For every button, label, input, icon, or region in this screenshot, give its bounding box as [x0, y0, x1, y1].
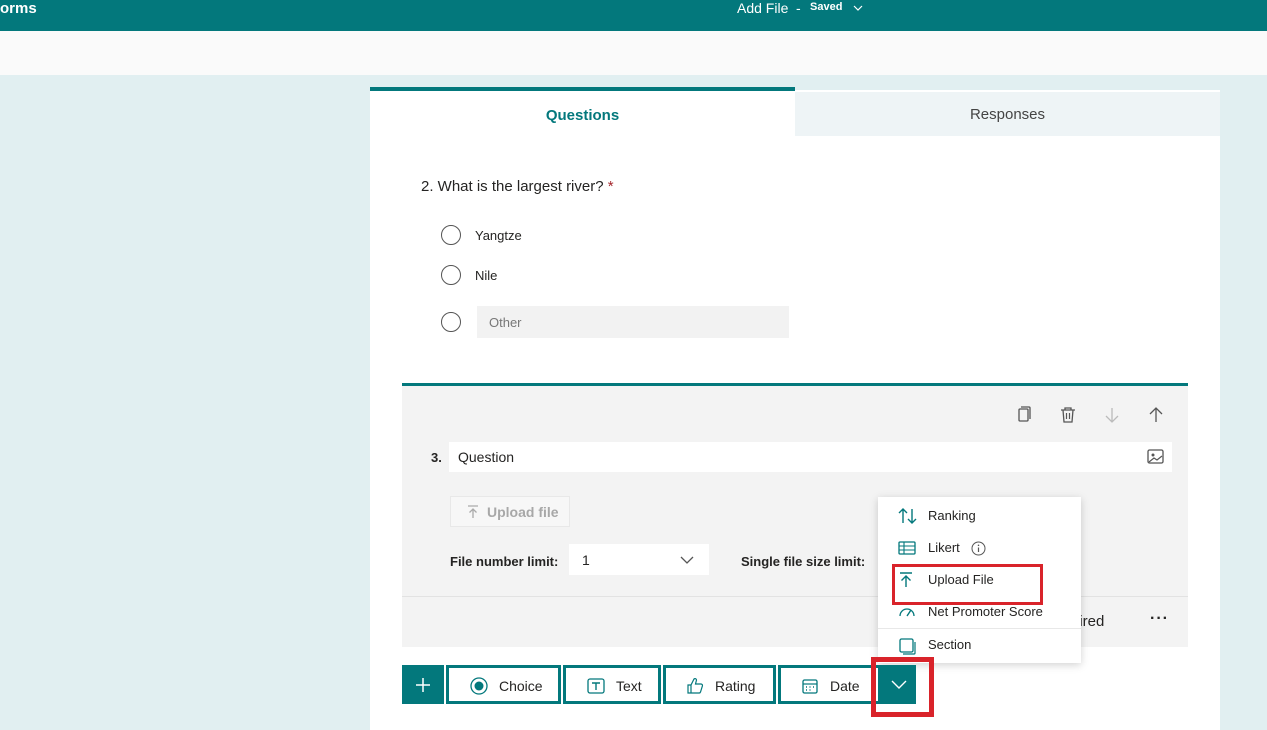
menu-item-ranking[interactable]: Ranking [878, 500, 1081, 532]
add-question-button[interactable] [402, 665, 444, 704]
tab-questions[interactable]: Questions [370, 87, 795, 136]
text-label: Text [616, 678, 642, 694]
file-number-limit-value: 1 [582, 552, 590, 568]
top-bar [0, 0, 1267, 31]
add-text-button[interactable]: Text [563, 665, 661, 704]
title-separator: - [796, 0, 801, 16]
option-label-yangtze: Yangtze [475, 228, 522, 243]
move-up-icon[interactable] [1147, 406, 1165, 424]
delete-icon[interactable] [1059, 406, 1077, 424]
menu-item-likert[interactable]: Likert [878, 532, 1081, 564]
rating-label: Rating [715, 678, 756, 694]
add-choice-button[interactable]: Choice [446, 665, 561, 704]
nps-icon [899, 608, 915, 617]
copy-icon[interactable] [1015, 406, 1033, 424]
menu-label-net-promoter-score: Net Promoter Score [928, 604, 1043, 619]
chevron-down-icon [680, 556, 694, 564]
add-date-button[interactable]: Date [778, 665, 881, 704]
option-label-nile: Nile [475, 268, 498, 283]
question-3-text: Question [458, 449, 515, 465]
radio-yangtze[interactable] [441, 225, 461, 245]
other-placeholder: Other [489, 315, 522, 330]
save-status: Saved [810, 1, 843, 13]
more-options-button[interactable]: ··· [1150, 610, 1169, 628]
tab-responses[interactable]: Responses [795, 92, 1220, 136]
insert-media-icon[interactable] [1146, 447, 1166, 467]
thumbs-up-icon [687, 678, 704, 694]
choice-label: Choice [499, 678, 543, 694]
section-icon [899, 638, 916, 655]
radio-nile[interactable] [441, 265, 461, 285]
info-icon[interactable] [971, 541, 986, 556]
add-rating-button[interactable]: Rating [663, 665, 776, 704]
single-file-size-label: Single file size limit: [741, 554, 866, 569]
question-2-text: 2. What is the largest river? [421, 178, 604, 195]
plus-icon [416, 678, 430, 692]
chevron-down-icon[interactable] [852, 2, 864, 14]
text-icon [587, 678, 605, 694]
question-3-number: 3. [431, 450, 442, 465]
other-input[interactable] [477, 306, 789, 338]
calendar-icon [802, 679, 818, 694]
menu-label-section: Section [928, 637, 972, 652]
radio-other[interactable] [441, 312, 461, 332]
highlight-box-more-types [871, 657, 934, 717]
move-down-icon[interactable] [1103, 406, 1121, 424]
likert-icon [898, 541, 916, 555]
radio-icon [470, 677, 488, 695]
question-2-title: 2. What is the largest river? * [421, 178, 614, 195]
menu-label-ranking: Ranking [928, 508, 976, 523]
menu-divider [878, 628, 1081, 629]
ranking-icon [898, 508, 917, 524]
app-name[interactable]: orms [0, 0, 37, 17]
menu-label-likert: Likert [928, 540, 960, 555]
command-bar [0, 31, 1267, 75]
upload-file-button[interactable]: Upload file [450, 496, 570, 527]
highlight-box-upload-file [892, 564, 1043, 605]
question-3-input[interactable] [449, 442, 1172, 472]
document-title[interactable]: Add File [737, 0, 788, 16]
date-label: Date [830, 678, 860, 694]
upload-file-label: Upload file [487, 504, 559, 520]
upload-icon [468, 505, 478, 518]
file-number-limit-label: File number limit: [450, 554, 559, 569]
required-mark: * [607, 178, 614, 195]
